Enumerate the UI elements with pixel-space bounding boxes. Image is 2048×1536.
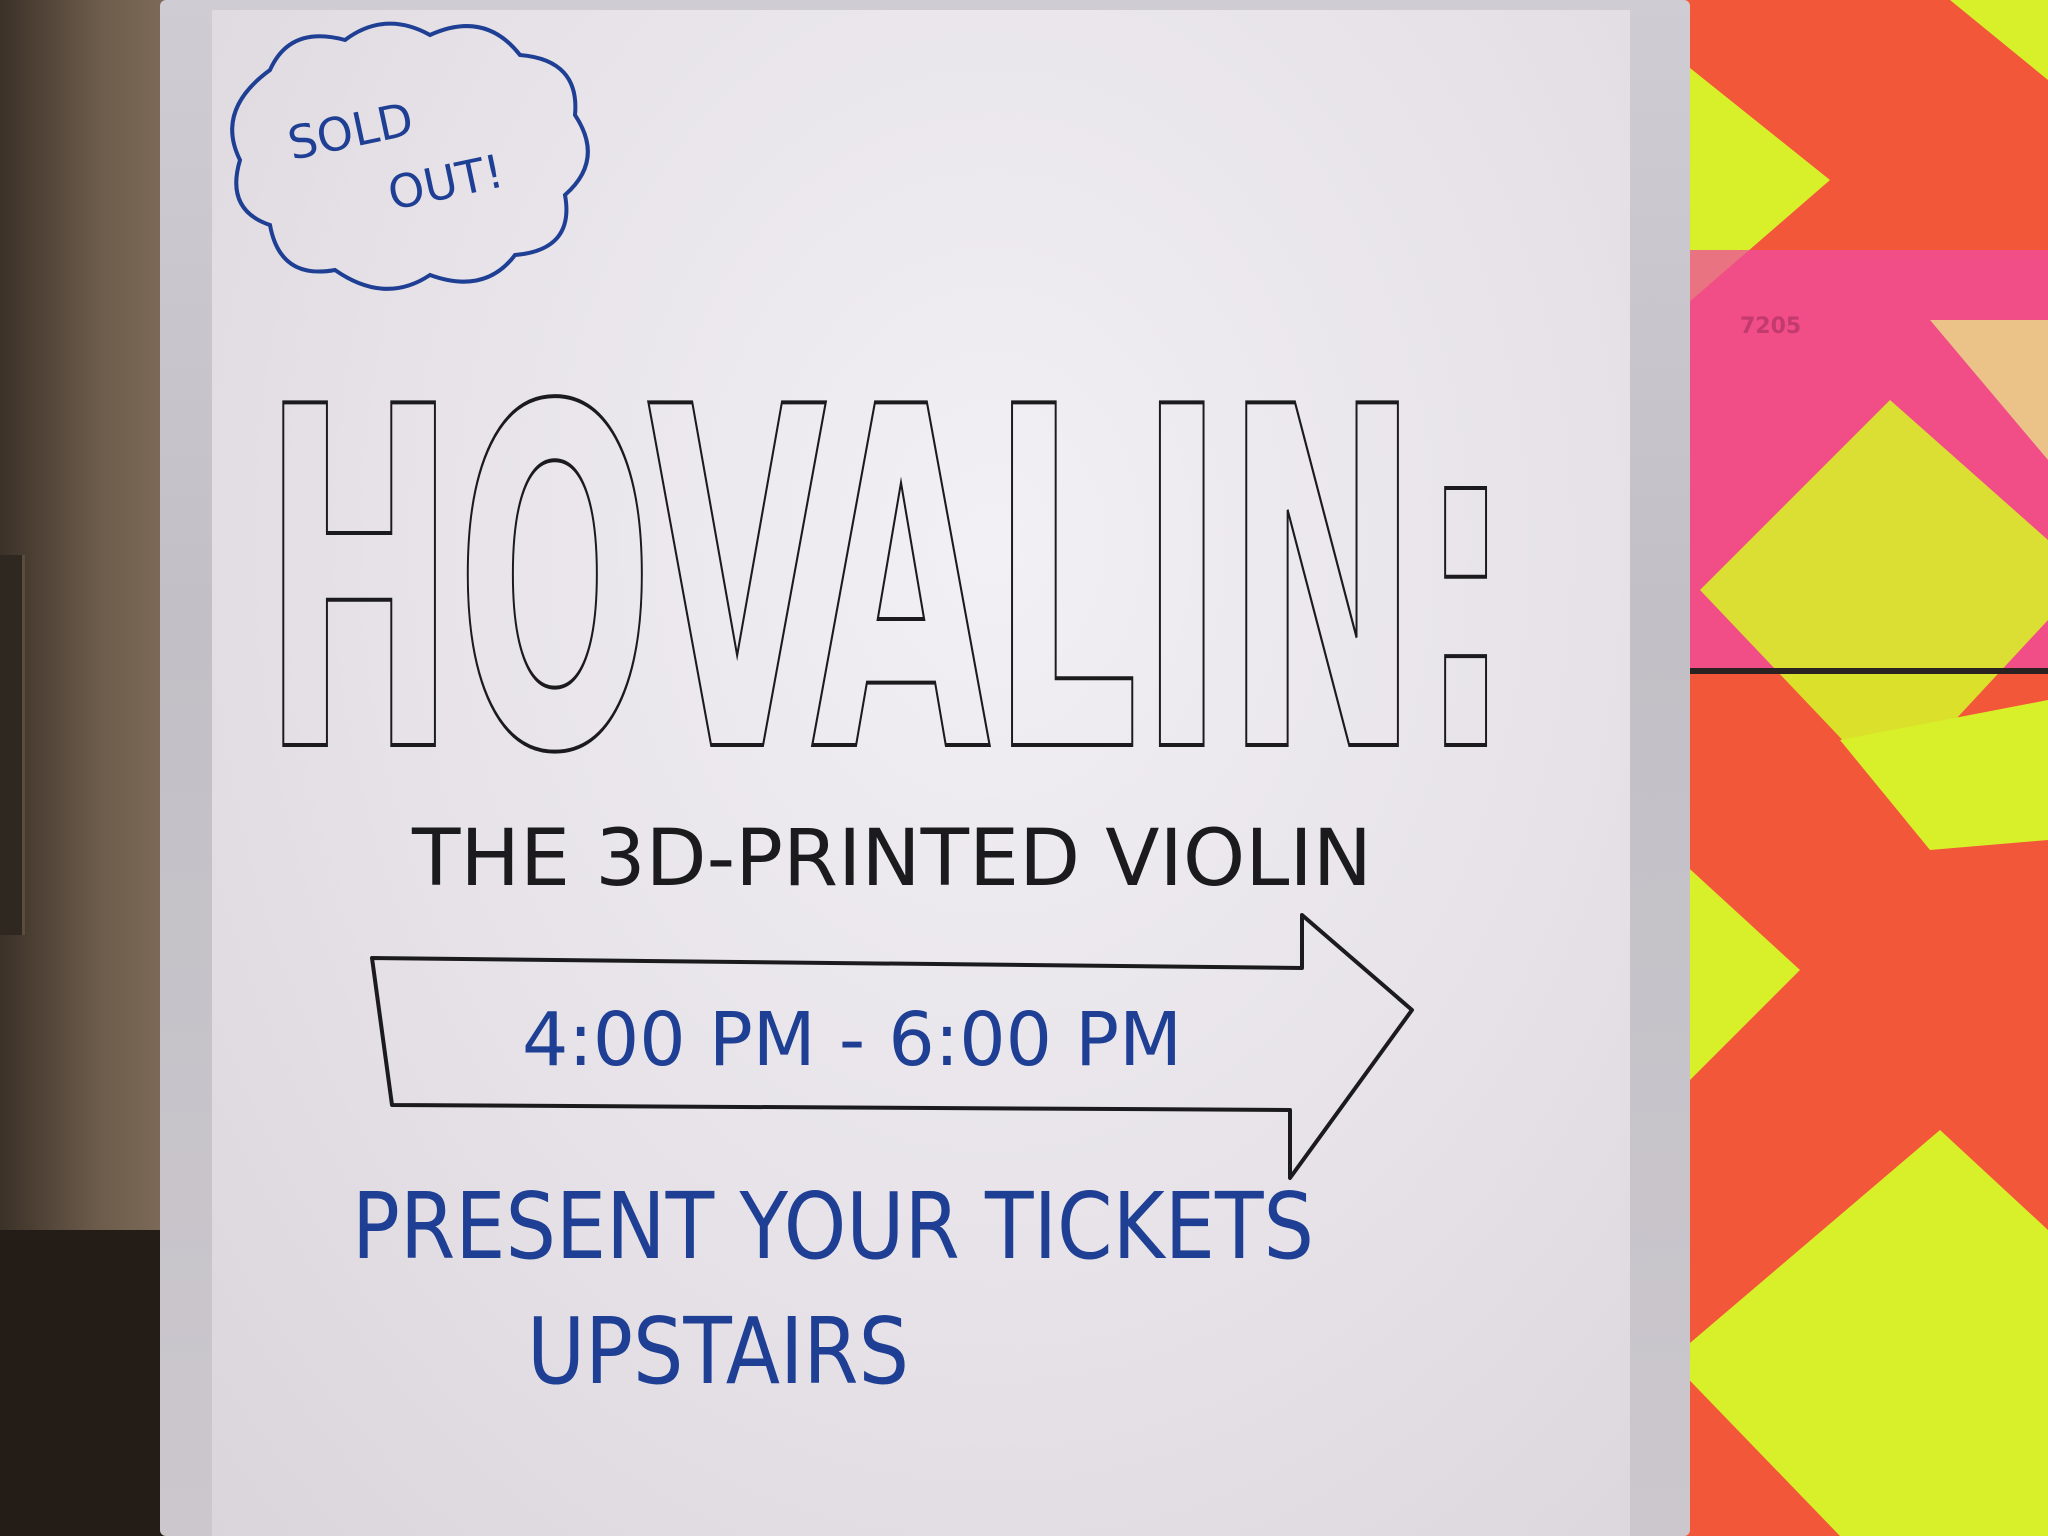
title-text: HOVALIN: <box>262 309 1512 856</box>
cloud-outline <box>230 21 590 291</box>
whiteboard-drawing: SOLD OUT! HOVALIN: THE 3D-PRINTED VIOLIN… <box>230 21 1514 1405</box>
time-range-text: 4:00 PM - 6:00 PM <box>522 997 1182 1083</box>
photo-scene: 7205 SOLD OUT! HOVALIN: THE 3D-PRINTED V… <box>0 0 2048 1536</box>
sold-text: SOLD <box>283 92 418 171</box>
instruction-line1: PRESENT YOUR TICKETS <box>352 1173 1314 1280</box>
out-text: OUT! <box>383 144 508 221</box>
subtitle-text: THE 3D-PRINTED VIOLIN <box>411 814 1372 904</box>
instruction-line2: UPSTAIRS <box>527 1298 909 1405</box>
